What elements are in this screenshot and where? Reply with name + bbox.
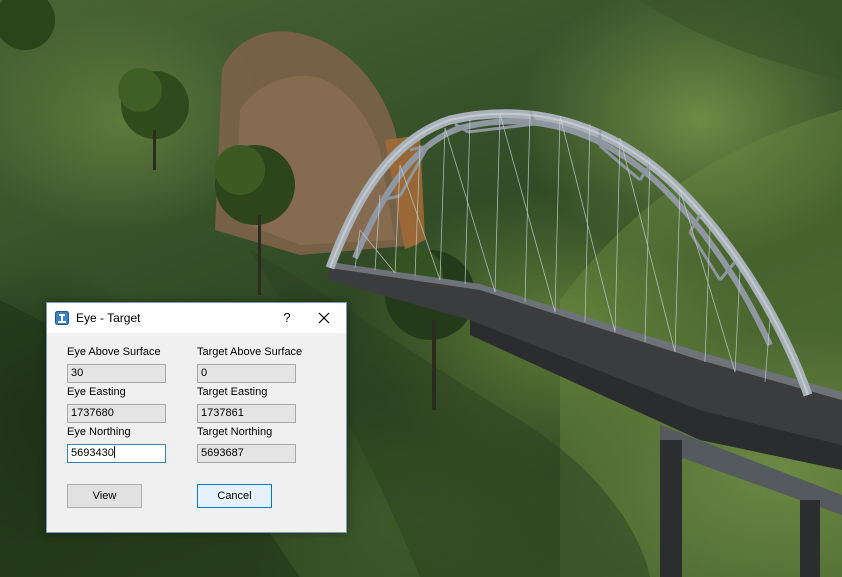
eye-easting-label: Eye Easting	[67, 386, 126, 398]
station-icon	[55, 311, 69, 325]
eye-northing-input[interactable]: 5693430	[67, 444, 166, 463]
close-icon	[318, 312, 330, 324]
dialog-title: Eye - Target	[76, 311, 141, 325]
cancel-button[interactable]: Cancel	[197, 484, 272, 508]
target-above-surface-input[interactable]: 0	[197, 364, 296, 383]
eye-northing-label: Eye Northing	[67, 426, 131, 438]
target-easting-label: Target Easting	[197, 386, 268, 398]
help-button[interactable]: ?	[271, 305, 303, 331]
dialog-titlebar[interactable]: Eye - Target ?	[47, 303, 346, 333]
target-above-surface-label: Target Above Surface	[197, 346, 303, 358]
eye-northing-value: 5693430	[71, 447, 114, 459]
eye-above-surface-label: Eye Above Surface	[67, 346, 161, 358]
text-caret	[113, 446, 115, 458]
eye-target-dialog: Eye - Target ? Eye Above Surface Target …	[46, 302, 347, 533]
target-northing-label: Target Northing	[197, 426, 273, 438]
eye-easting-input[interactable]: 1737680	[67, 404, 166, 423]
view-button[interactable]: View	[67, 484, 142, 508]
close-button[interactable]	[306, 305, 342, 331]
eye-above-surface-input[interactable]: 30	[67, 364, 166, 383]
target-northing-input[interactable]: 5693687	[197, 444, 296, 463]
target-easting-input[interactable]: 1737861	[197, 404, 296, 423]
bridge-pier	[660, 440, 682, 577]
